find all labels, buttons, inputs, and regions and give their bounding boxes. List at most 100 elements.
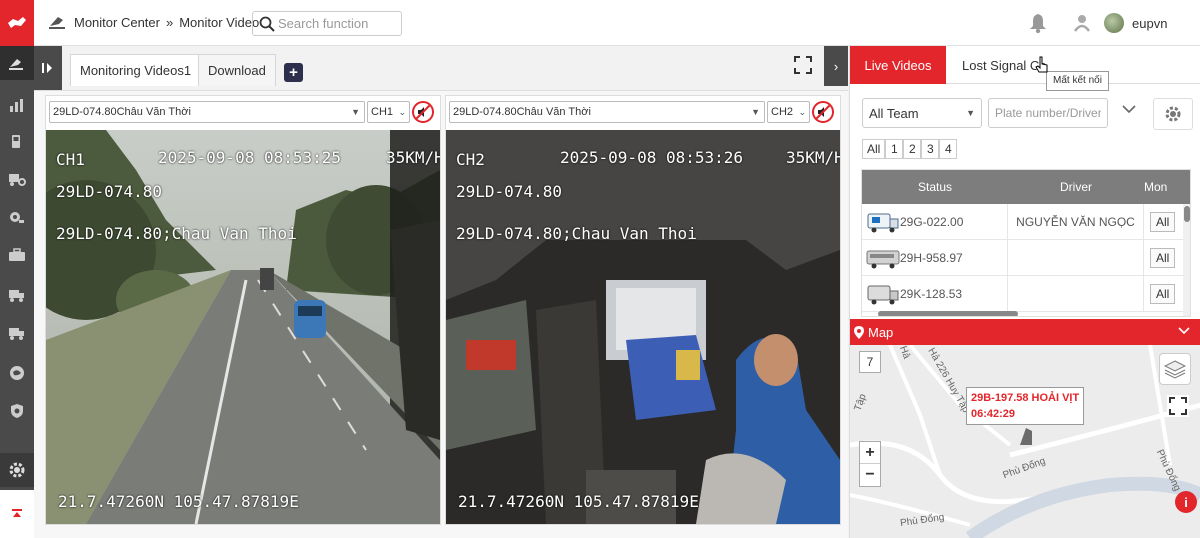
sidebar-item-globe[interactable] <box>0 356 34 390</box>
tab-download[interactable]: Download <box>198 54 276 86</box>
left-sidebar <box>0 0 34 538</box>
page-button-2[interactable]: 2 <box>903 139 922 159</box>
chevron-down-icon: ▼ <box>751 107 760 117</box>
mute-icon[interactable] <box>812 101 834 123</box>
search-input[interactable] <box>278 16 398 31</box>
row-all-button[interactable]: All <box>1150 284 1176 304</box>
osd-coords: 21.7.47260N 105.47.87819E <box>58 492 299 511</box>
video-area: 29LD-074.80Châu Văn Thời ▼ CH1 ⌄ CH1 202… <box>34 90 848 538</box>
user-menu[interactable] <box>1072 13 1092 36</box>
right-panel-tabs: Live Videos Lost Signal Ca Mất kết nối <box>850 46 1200 91</box>
tab-lost-signal[interactable]: Lost Signal Ca <box>962 46 1047 84</box>
camera-icon <box>9 59 23 70</box>
map-fullscreen-button[interactable] <box>1167 395 1189 417</box>
chevron-down-icon: ⌄ <box>398 106 406 117</box>
table-row[interactable]: 29H-958.97 All <box>862 240 1184 276</box>
map-zoom-level: 7 <box>859 351 881 373</box>
map-header[interactable]: Map <box>850 319 1200 345</box>
monitor-center-icon <box>49 17 65 29</box>
search-box[interactable] <box>252 11 402 36</box>
osd-coords: 21.7.47260N 105.47.87819E <box>458 492 699 511</box>
channel-select-value: CH1 <box>371 106 394 118</box>
logo[interactable] <box>0 0 34 46</box>
page-button-3[interactable]: 3 <box>921 139 940 159</box>
right-panel: Live Videos Lost Signal Ca Mất kết nối A… <box>849 46 1200 538</box>
sidebar-item-truck-2[interactable] <box>0 316 34 350</box>
vertical-scrollbar[interactable] <box>1183 204 1190 316</box>
top-header: Monitor Center » Monitor Video eupvn <box>34 0 1200 46</box>
tab-label: Monitoring Videos1 <box>80 63 192 78</box>
page-button-4[interactable]: 4 <box>939 139 958 159</box>
row-all-button[interactable]: All <box>1150 248 1176 268</box>
mute-icon[interactable] <box>412 101 434 123</box>
page-button-all[interactable]: All <box>862 139 886 159</box>
sidebar-item-briefcase[interactable] <box>0 238 34 272</box>
vehicle-select[interactable]: 29LD-074.80Châu Văn Thời ▼ <box>449 101 765 123</box>
video-feed-cabin[interactable]: CH2 2025-09-08 08:53:26 35KM/H 29LD-074.… <box>446 130 840 524</box>
video-panel-1: 29LD-074.80Châu Văn Thời ▼ CH1 ⌄ CH1 202… <box>45 95 441 525</box>
chevron-down-icon: ⌄ <box>798 106 806 117</box>
avatar[interactable] <box>1104 13 1124 33</box>
page-button-1[interactable]: 1 <box>885 139 904 159</box>
hand-cursor-icon <box>1035 56 1048 73</box>
tab-monitoring-videos[interactable]: Monitoring Videos1 <box>70 54 202 86</box>
vehicle-plate: 29H-958.97 <box>900 251 963 265</box>
add-tab-button[interactable]: + <box>284 63 303 82</box>
zoom-in-button[interactable]: + <box>860 442 880 464</box>
map-zoom-control: + − <box>859 441 881 487</box>
video-feed-road[interactable]: CH1 2025-09-08 08:53:25 35KM/H 29LD-074.… <box>46 130 440 524</box>
row-all-button[interactable]: All <box>1150 212 1176 232</box>
table-row[interactable]: 29G-022.00 NGUYỄN VĂN NGỌC All <box>862 204 1184 240</box>
header-mon: Mon <box>1144 180 1168 194</box>
vehicle-marker-label[interactable]: 29B-197.58 HOẢI VỊT 06:42:29 <box>966 387 1085 425</box>
channel-select[interactable]: CH2 ⌄ <box>767 101 810 123</box>
settings-button[interactable] <box>1153 98 1193 130</box>
scrollbar-thumb[interactable] <box>878 311 1018 316</box>
briefcase-icon <box>9 248 25 261</box>
chevron-down-icon[interactable] <box>1177 324 1191 338</box>
scrollbar-thumb[interactable] <box>1184 206 1190 222</box>
breadcrumb-root[interactable]: Monitor Center <box>74 15 160 30</box>
sidebar-settings[interactable] <box>0 453 34 487</box>
osd-plate-driver: 29LD-074.80;Chau Van Thoi <box>56 224 297 243</box>
sidebar-item-vehicle-settings[interactable] <box>0 162 34 196</box>
driver-name: NGUYỄN VĂN NGỌC <box>1016 215 1135 229</box>
vehicle-select[interactable]: 29LD-074.80Châu Văn Thời ▼ <box>49 101 365 123</box>
map[interactable]: Tập Hả Hả 226 Huy Tập Phù Đổng Phù Đổng … <box>850 345 1200 538</box>
team-select[interactable]: All Team ▼ <box>862 98 982 128</box>
horizontal-scrollbar[interactable] <box>872 310 1172 316</box>
gear-icon <box>1165 106 1181 122</box>
notification-bell[interactable] <box>1028 12 1048 37</box>
zoom-out-button[interactable]: − <box>860 464 880 486</box>
sidebar-item-truck[interactable] <box>0 278 34 312</box>
sidebar-item-shield[interactable] <box>0 394 34 428</box>
header-status: Status <box>917 180 953 194</box>
fullscreen-button[interactable] <box>794 56 812 74</box>
chevron-down-icon[interactable] <box>1121 102 1137 116</box>
truck-status-icon <box>867 285 899 305</box>
truck-status-icon <box>867 213 899 233</box>
plate-driver-input[interactable] <box>988 98 1108 128</box>
osd-plate-driver: 29LD-074.80;Chau Van Thoi <box>456 224 697 243</box>
fuel-icon <box>12 135 20 148</box>
sidebar-scroll-top[interactable] <box>0 490 34 538</box>
map-title: Map <box>868 324 894 340</box>
sidebar-item-camera[interactable] <box>0 200 34 234</box>
osd-datetime: 2025-09-08 08:53:26 <box>560 148 744 167</box>
collapse-right-panel-button[interactable]: › <box>824 46 848 86</box>
vehicle-select-value: 29LD-074.80Châu Văn Thời <box>453 106 591 118</box>
tab-label: Live Videos <box>864 57 932 73</box>
osd-plate: 29LD-074.80 <box>56 182 162 201</box>
chevron-down-icon: ▼ <box>966 108 975 118</box>
username[interactable]: eupvn <box>1132 16 1167 31</box>
tab-live-videos[interactable]: Live Videos <box>850 46 946 84</box>
channel-select[interactable]: CH1 ⌄ <box>367 101 410 123</box>
table-row[interactable]: 29K-128.53 All <box>862 276 1184 312</box>
collapse-sidebar-button[interactable] <box>34 46 62 90</box>
bell-icon <box>1030 14 1046 34</box>
info-button[interactable]: i <box>1175 491 1197 513</box>
sidebar-item-report[interactable] <box>0 88 34 122</box>
sidebar-item-fuel[interactable] <box>0 124 34 158</box>
map-layers-button[interactable] <box>1159 353 1191 385</box>
sidebar-item-monitor[interactable] <box>0 46 34 80</box>
